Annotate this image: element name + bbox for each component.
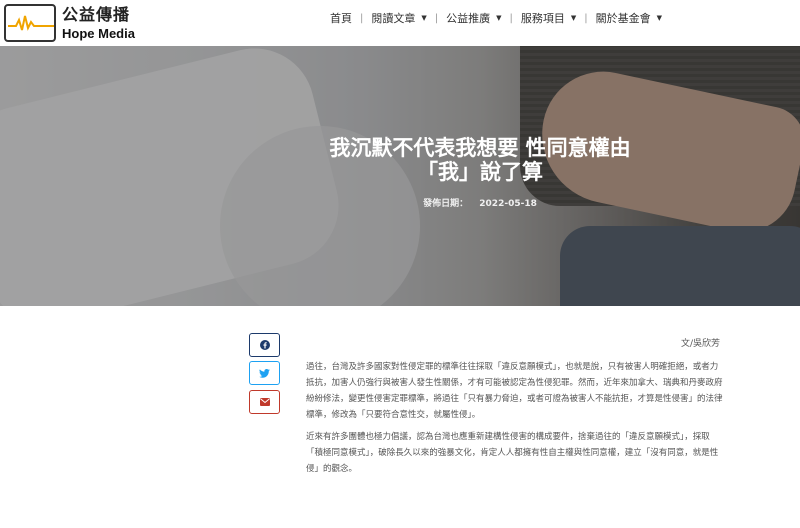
- article-paragraph: 近來有許多團體也極力倡議，認為台灣也應重新建構性侵害的構成要件，捨棄過往的「違反…: [306, 432, 719, 474]
- publish-date-label: 發佈日期：: [423, 199, 469, 209]
- nav-item-label: 首頁: [330, 12, 352, 25]
- caret-down-icon: ▼: [421, 14, 427, 22]
- nav-item-articles[interactable]: 閱讀文章 ▼: [363, 10, 434, 26]
- site-logo[interactable]: 公益傳播 Hope Media: [4, 4, 135, 42]
- site-header: 公益傳播 Hope Media 首頁 | 閱讀文章 ▼ | 公益推廣 ▼ | 服…: [0, 0, 800, 46]
- nav-item-home[interactable]: 首頁: [322, 10, 360, 26]
- nav-item-label: 閱讀文章: [371, 12, 416, 25]
- nav-item-label: 服務項目: [520, 12, 565, 25]
- logo-chinese-name: 公益傳播: [62, 4, 131, 24]
- article-author: 文/吳欣芳: [680, 339, 720, 349]
- twitter-icon: [259, 368, 270, 378]
- caret-down-icon: ▼: [496, 14, 502, 22]
- email-icon: [259, 398, 270, 406]
- share-facebook-button[interactable]: [249, 333, 280, 357]
- page-title-line-1: 我沉默不代表我想要 性同意權由: [329, 136, 631, 160]
- publish-date-value: 2022-05-18: [479, 199, 537, 209]
- hero-banner: 我沉默不代表我想要 性同意權由 「我」說了算 發佈日期： 2022-05-18: [0, 46, 800, 306]
- article-body: 過往，台灣及許多國家對性侵定罪的標準往往採取「違反意願模式」，也就是說，只有被害…: [306, 359, 724, 483]
- article-paragraph: 過往，台灣及許多國家對性侵定罪的標準往往採取「違反意願模式」，也就是說，只有被害…: [306, 362, 723, 420]
- nav-item-promotion[interactable]: 公益推廣 ▼: [438, 10, 509, 26]
- page-title-line-2: 「我」說了算: [417, 160, 543, 185]
- nav-item-services[interactable]: 服務項目 ▼: [513, 10, 584, 26]
- caret-down-icon: ▼: [570, 14, 577, 22]
- page-title: 我沉默不代表我想要 性同意權由 「我」說了算: [290, 136, 670, 184]
- share-email-button[interactable]: [249, 390, 280, 414]
- caret-down-icon: ▼: [656, 14, 663, 22]
- logo-english-name: Hope Media: [62, 25, 135, 41]
- nav-item-about[interactable]: 關於基金會 ▼: [588, 10, 670, 26]
- logo-heartbeat-icon: [4, 4, 56, 42]
- main-nav: 首頁 | 閱讀文章 ▼ | 公益推廣 ▼ | 服務項目 ▼ | 關於基金會 ▼: [322, 10, 670, 26]
- nav-item-label: 公益推廣: [446, 12, 491, 25]
- publish-date: 發佈日期： 2022-05-18: [290, 196, 670, 209]
- share-twitter-button[interactable]: [249, 361, 280, 385]
- facebook-icon: [259, 340, 270, 350]
- nav-item-label: 關於基金會: [595, 12, 651, 25]
